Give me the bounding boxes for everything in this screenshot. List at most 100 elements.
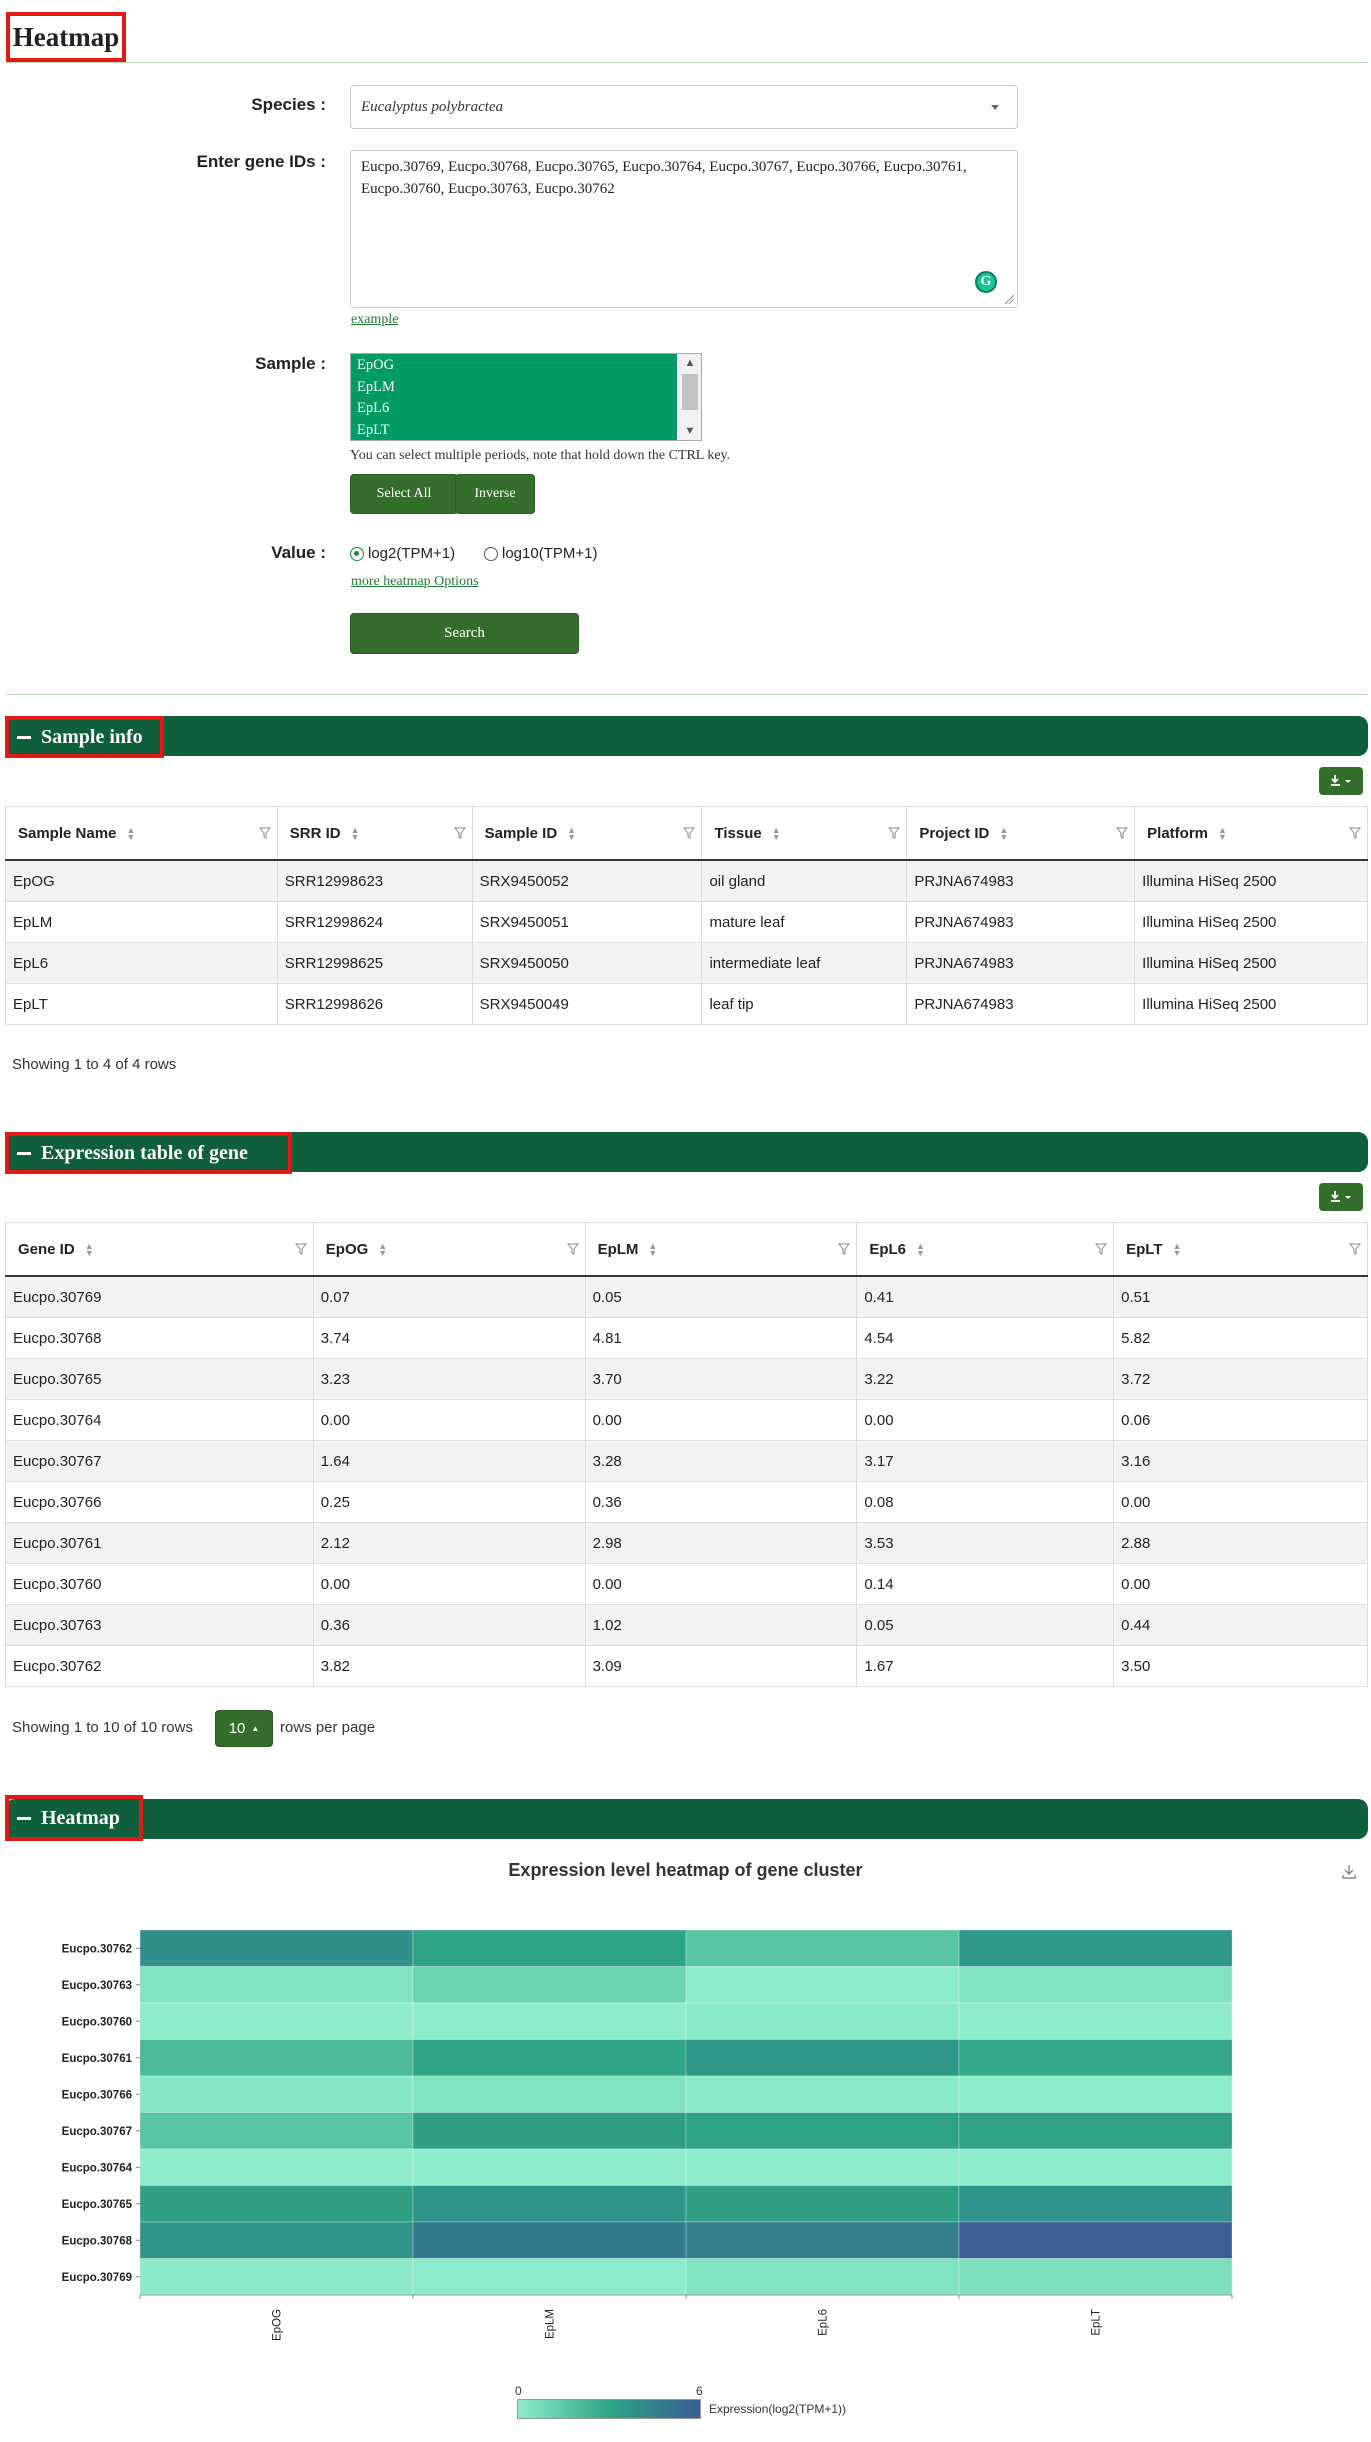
table-cell-link[interactable]: Eucpo.30769 bbox=[5, 1275, 314, 1318]
heatmap-cell[interactable] bbox=[685, 2148, 960, 2186]
heatmap-section-title[interactable]: Heatmap bbox=[5, 1795, 143, 1841]
table-cell-link[interactable]: Eucpo.30762 bbox=[5, 1645, 314, 1687]
heatmap-cell[interactable] bbox=[685, 2002, 960, 2040]
heatmap-cell[interactable] bbox=[139, 2112, 414, 2150]
filter-icon[interactable] bbox=[453, 827, 466, 839]
heatmap-cell[interactable] bbox=[958, 2075, 1233, 2113]
resize-handle-icon[interactable] bbox=[1003, 293, 1015, 305]
sort-icon[interactable]: ▲ ▼ bbox=[378, 1241, 387, 1257]
sample-option[interactable]: EpLM bbox=[351, 376, 677, 398]
heatmap-cell[interactable] bbox=[412, 2112, 687, 2150]
filter-icon[interactable] bbox=[1349, 1243, 1361, 1255]
sort-icon[interactable]: ▲ ▼ bbox=[567, 825, 576, 841]
filter-icon[interactable] bbox=[566, 1243, 579, 1255]
scroll-down-icon[interactable]: ▼ bbox=[679, 422, 701, 440]
inverse-button[interactable]: Inverse bbox=[455, 474, 535, 514]
table-cell-link[interactable]: SRX9450051 bbox=[471, 901, 703, 943]
sort-icon[interactable]: ▲ ▼ bbox=[999, 825, 1008, 841]
heatmap-cell[interactable] bbox=[958, 2112, 1233, 2150]
column-header[interactable]: EpOG ▲ ▼ bbox=[312, 1222, 586, 1277]
heatmap-cell[interactable] bbox=[958, 1966, 1233, 2004]
table-cell-link[interactable]: Eucpo.30761 bbox=[5, 1522, 314, 1564]
heatmap-cell[interactable] bbox=[958, 2039, 1233, 2077]
sort-icon[interactable]: ▲ ▼ bbox=[1218, 825, 1227, 841]
table-cell-link[interactable]: Eucpo.30763 bbox=[5, 1604, 314, 1646]
filter-icon[interactable] bbox=[294, 1243, 307, 1255]
filter-icon[interactable] bbox=[683, 827, 696, 839]
sample-multiselect[interactable]: EpOG EpLM EpL6 EpLT ▲ ▼ bbox=[350, 353, 702, 441]
sort-icon[interactable]: ▲ ▼ bbox=[351, 825, 360, 841]
column-header[interactable]: SRR ID ▲ ▼ bbox=[276, 806, 473, 861]
filter-icon[interactable] bbox=[258, 827, 271, 839]
column-header[interactable]: EpL6 ▲ ▼ bbox=[856, 1222, 1115, 1277]
heatmap-cell[interactable] bbox=[139, 2221, 414, 2259]
more-options-link[interactable]: more heatmap Options bbox=[351, 574, 479, 590]
gene-ids-textarea[interactable]: Eucpo.30769, Eucpo.30768, Eucpo.30765, E… bbox=[350, 150, 1018, 308]
sort-icon[interactable]: ▲ ▼ bbox=[85, 1241, 94, 1257]
heatmap-cell[interactable] bbox=[412, 2002, 687, 2040]
heatmap-cell[interactable] bbox=[685, 2258, 960, 2296]
scrollbar-thumb[interactable] bbox=[682, 374, 698, 410]
heatmap-cell[interactable] bbox=[139, 2258, 414, 2296]
heatmap-cell[interactable] bbox=[139, 2148, 414, 2186]
column-header[interactable]: Platform ▲ ▼ bbox=[1134, 806, 1368, 861]
heatmap-cell[interactable] bbox=[685, 1929, 960, 1967]
filter-icon[interactable] bbox=[1095, 1243, 1108, 1255]
table-cell-link[interactable]: Eucpo.30760 bbox=[5, 1563, 314, 1605]
heatmap-cell[interactable] bbox=[139, 1929, 414, 1967]
filter-icon[interactable] bbox=[888, 827, 901, 839]
heatmap-cell[interactable] bbox=[139, 2075, 414, 2113]
column-header[interactable]: Gene ID ▲ ▼ bbox=[5, 1222, 314, 1277]
column-header[interactable]: Sample ID ▲ ▼ bbox=[471, 806, 703, 861]
table-cell-link[interactable]: Eucpo.30766 bbox=[5, 1481, 314, 1523]
expression-export-button[interactable] bbox=[1319, 1183, 1363, 1211]
heatmap-cell[interactable] bbox=[412, 2258, 687, 2296]
column-header[interactable]: Project ID ▲ ▼ bbox=[906, 806, 1136, 861]
heatmap-cell[interactable] bbox=[412, 2148, 687, 2186]
sample-info-title[interactable]: Sample info bbox=[5, 716, 164, 758]
heatmap-cell[interactable] bbox=[139, 2185, 414, 2223]
table-cell-link[interactable]: Eucpo.30764 bbox=[5, 1399, 314, 1441]
scroll-up-icon[interactable]: ▲ bbox=[679, 354, 701, 372]
table-cell-link[interactable]: Eucpo.30765 bbox=[5, 1358, 314, 1400]
search-button[interactable]: Search bbox=[350, 613, 579, 654]
sort-icon[interactable]: ▲ ▼ bbox=[1173, 1241, 1182, 1257]
table-cell-link[interactable]: Eucpo.30767 bbox=[5, 1440, 314, 1482]
heatmap-cell[interactable] bbox=[139, 2039, 414, 2077]
filter-icon[interactable] bbox=[1116, 827, 1129, 839]
sample-option[interactable]: EpLT bbox=[351, 419, 677, 441]
heatmap-cell[interactable] bbox=[958, 2258, 1233, 2296]
download-icon[interactable] bbox=[1340, 1862, 1358, 1880]
heatmap-cell[interactable] bbox=[412, 2221, 687, 2259]
heatmap-cell[interactable] bbox=[139, 1966, 414, 2004]
sort-icon[interactable]: ▲ ▼ bbox=[916, 1241, 925, 1257]
grammarly-icon[interactable]: G bbox=[975, 271, 997, 293]
example-link[interactable]: example bbox=[351, 312, 398, 328]
select-all-button[interactable]: Select All bbox=[350, 474, 458, 514]
heatmap-cell[interactable] bbox=[958, 1929, 1233, 1967]
column-header[interactable]: Sample Name ▲ ▼ bbox=[5, 806, 278, 861]
column-header[interactable]: Tissue ▲ ▼ bbox=[701, 806, 908, 861]
column-header[interactable]: EpLM ▲ ▼ bbox=[584, 1222, 858, 1277]
column-header[interactable]: EpLT ▲ ▼ bbox=[1113, 1222, 1368, 1277]
sample-info-export-button[interactable] bbox=[1319, 767, 1363, 795]
heatmap-cell[interactable] bbox=[139, 2002, 414, 2040]
species-select[interactable]: Eucalyptus polybractea bbox=[350, 85, 1018, 129]
heatmap-cell[interactable] bbox=[685, 2185, 960, 2223]
sample-info-header[interactable] bbox=[5, 716, 1368, 756]
heatmap-cell[interactable] bbox=[412, 2075, 687, 2113]
sample-scrollbar[interactable]: ▲ ▼ bbox=[679, 354, 701, 440]
sort-icon[interactable]: ▲ ▼ bbox=[126, 825, 135, 841]
heatmap-cell[interactable] bbox=[412, 2185, 687, 2223]
heatmap-cell[interactable] bbox=[685, 2075, 960, 2113]
heatmap-header[interactable] bbox=[5, 1799, 1368, 1839]
heatmap-cell[interactable] bbox=[685, 2112, 960, 2150]
table-cell-link[interactable]: SRX9450049 bbox=[471, 983, 703, 1025]
heatmap-cell[interactable] bbox=[958, 2185, 1233, 2223]
sample-option[interactable]: EpOG bbox=[351, 354, 677, 376]
log2-radio[interactable] bbox=[350, 547, 364, 561]
heatmap-cell[interactable] bbox=[685, 2221, 960, 2259]
heatmap-cell[interactable] bbox=[958, 2002, 1233, 2040]
filter-icon[interactable] bbox=[838, 1243, 851, 1255]
heatmap-cell[interactable] bbox=[412, 1966, 687, 2004]
